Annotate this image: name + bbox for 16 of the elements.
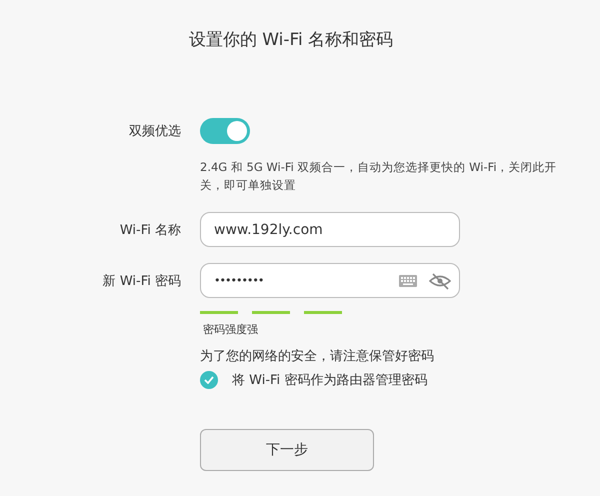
- eye-hidden-icon[interactable]: [429, 272, 451, 290]
- dual-band-toggle[interactable]: [200, 118, 250, 144]
- strength-label: 密码强度强: [203, 322, 259, 337]
- page-title: 设置你的 Wi-Fi 名称和密码: [188, 29, 394, 52]
- security-note: 为了您的网络的安全，请注意保管好密码: [200, 348, 435, 365]
- dual-band-description: 2.4G 和 5G Wi-Fi 双频合一，自动为您选择更快的 Wi-Fi，关闭此开关，即可单独设置: [200, 159, 558, 194]
- dual-band-label: 双频优选: [129, 123, 181, 140]
- wifi-password-label: 新 Wi-Fi 密码: [102, 272, 181, 290]
- wifi-name-label: Wi-Fi 名称: [120, 222, 181, 238]
- wifi-name-field[interactable]: www.192ly.com: [200, 212, 460, 247]
- admin-password-label: 将 Wi-Fi 密码作为路由器管理密码: [232, 372, 428, 389]
- checkmark-icon: [204, 376, 214, 384]
- keyboard-icon[interactable]: [399, 274, 417, 286]
- wifi-password-field[interactable]: •••••••••: [200, 263, 460, 298]
- admin-password-checkbox[interactable]: [200, 371, 218, 389]
- next-button[interactable]: 下一步: [200, 429, 374, 471]
